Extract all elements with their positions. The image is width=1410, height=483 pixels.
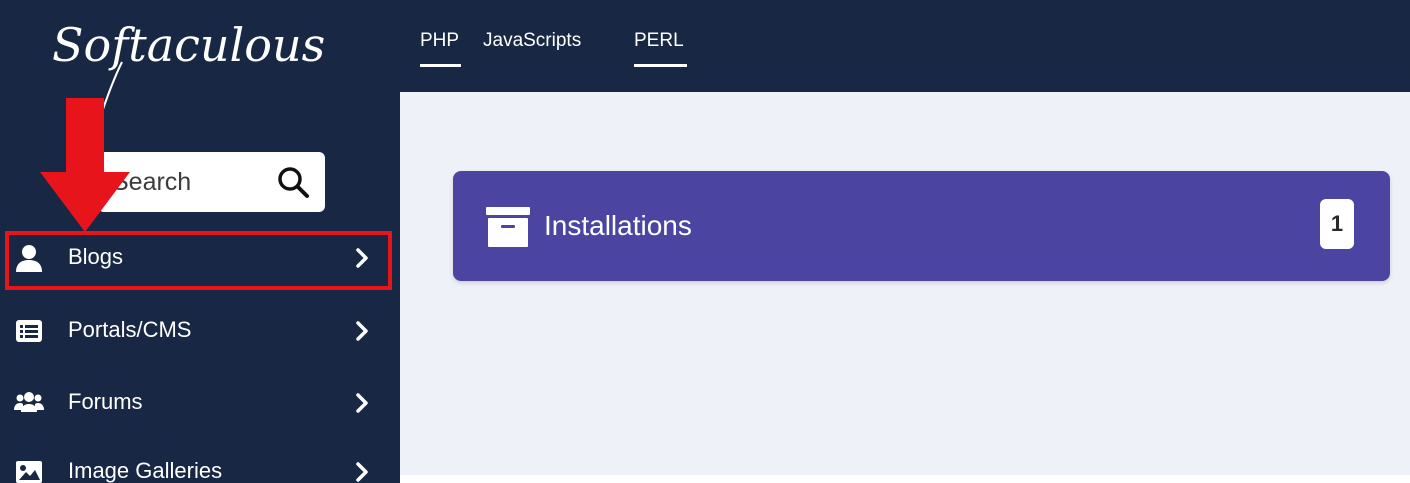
softaculous-logo[interactable]: Softaculous bbox=[52, 18, 325, 72]
sidebar-item-image-galleries[interactable]: Image Galleries bbox=[0, 442, 400, 483]
sidebar-item-blogs[interactable]: Blogs bbox=[0, 228, 400, 288]
list-icon bbox=[16, 320, 42, 342]
search-input[interactable] bbox=[112, 166, 262, 198]
sidebar-item-label: Forums bbox=[68, 389, 143, 414]
chevron-right-icon bbox=[356, 321, 368, 341]
tab-php[interactable]: PHP bbox=[420, 30, 459, 52]
chevron-right-icon bbox=[356, 393, 368, 413]
sidebar-item-label: Portals/CMS bbox=[68, 317, 192, 342]
content-bottom-edge bbox=[400, 475, 1410, 483]
tab-perl[interactable]: PERL bbox=[634, 30, 684, 52]
softaculous-app: Softaculous Blogs bbox=[0, 0, 1410, 483]
installations-title: Installations bbox=[544, 210, 692, 241]
sidebar-item-label: Blogs bbox=[68, 244, 124, 269]
chevron-right-icon bbox=[356, 248, 368, 268]
sidebar-item-portals-cms[interactable]: Portals/CMS bbox=[0, 301, 400, 361]
red-arrow-down-icon bbox=[40, 98, 130, 232]
chevron-right-icon bbox=[356, 462, 368, 482]
sidebar-item-forums[interactable]: Forums bbox=[0, 373, 400, 433]
installations-count-badge: 1 bbox=[1320, 199, 1354, 249]
users-icon bbox=[14, 392, 44, 412]
main-content bbox=[400, 92, 1410, 483]
tab-perl-underline bbox=[634, 64, 687, 67]
tab-javascripts[interactable]: JavaScripts bbox=[483, 30, 581, 52]
search-icon[interactable] bbox=[276, 165, 310, 199]
tab-php-underline bbox=[420, 64, 461, 67]
image-icon bbox=[16, 461, 42, 483]
user-icon bbox=[16, 245, 42, 272]
sidebar-item-label: Image Galleries bbox=[68, 458, 223, 483]
archive-icon bbox=[486, 207, 530, 247]
